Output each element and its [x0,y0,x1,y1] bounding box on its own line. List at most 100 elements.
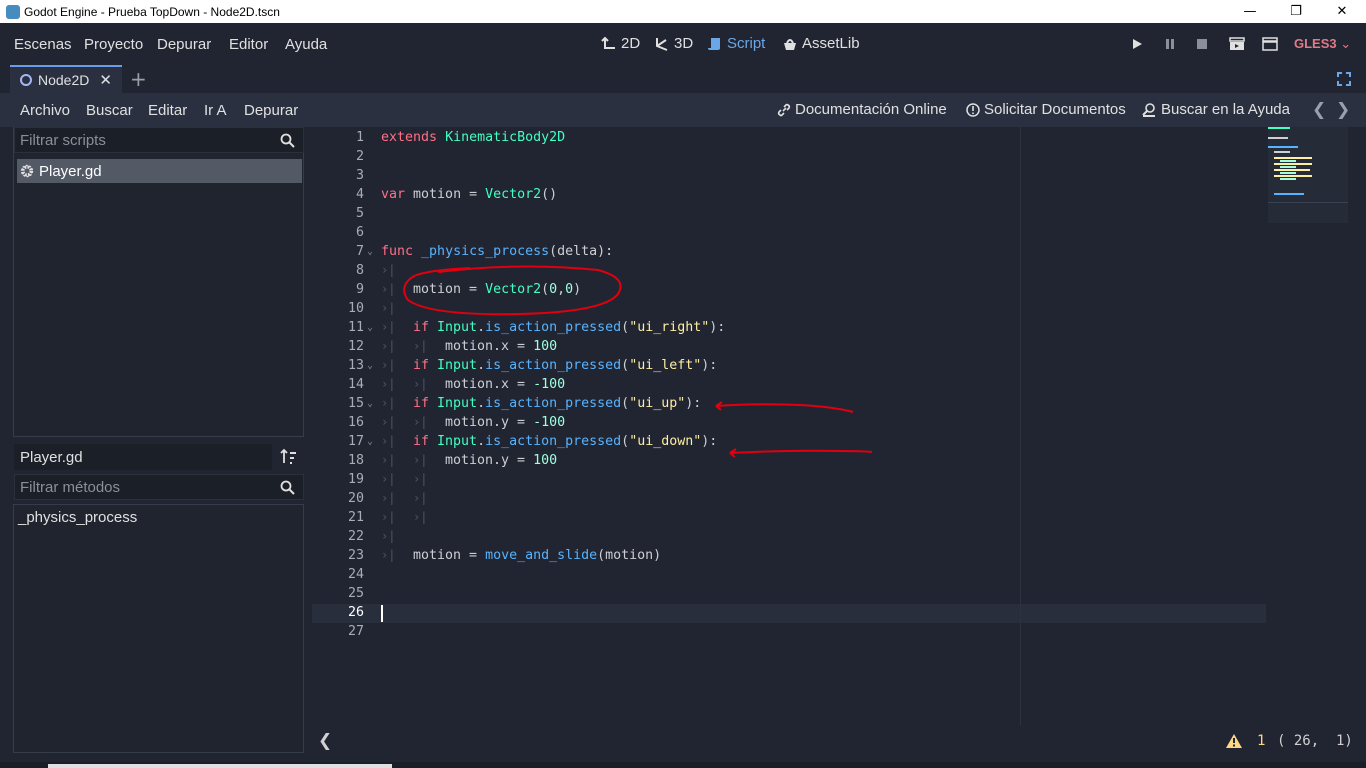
line-number[interactable]: 23 [312,546,364,565]
method-list-item[interactable]: _physics_process [18,509,137,526]
line-number[interactable]: 10 [312,299,364,318]
search-help-button[interactable]: Buscar en la Ayuda [1141,101,1290,118]
line-number[interactable]: 26 [312,603,364,622]
filter-scripts-input[interactable] [20,131,270,149]
code-line[interactable]: 12 ›| ›| motion.x = 100 [312,337,1266,356]
close-button[interactable]: ✕ [1319,0,1365,23]
maximize-button[interactable]: ❐ [1273,0,1319,23]
history-forward-button[interactable]: ❯ [1336,100,1350,120]
line-number[interactable]: 18 [312,451,364,470]
code-line[interactable]: 15 ⌄ ›| if Input.is_action_pressed("ui_up")… [312,394,1266,413]
line-number[interactable]: 20 [312,489,364,508]
workspace-3d-button[interactable]: 3D [654,35,693,52]
code-line[interactable]: 4 var motion = Vector2() [312,185,1266,204]
pause-button[interactable] [1160,36,1180,52]
line-number[interactable]: 2 [312,147,364,166]
line-number[interactable]: 15 [312,394,364,413]
menu-editor[interactable]: Editor [229,36,268,53]
line-number[interactable]: 27 [312,622,364,641]
script-menu-archivo[interactable]: Archivo [20,102,70,119]
code-line[interactable]: 1 extends KinematicBody2D [312,128,1266,147]
script-menu-ir-a[interactable]: Ir A [204,102,227,119]
script-menu-buscar[interactable]: Buscar [86,102,133,119]
online-docs-button[interactable]: Documentación Online [777,101,947,118]
code-line[interactable]: 3 [312,166,1266,185]
line-number[interactable]: 12 [312,337,364,356]
line-number[interactable]: 1 [312,128,364,147]
code-line[interactable]: 10 ›| [312,299,1266,318]
fold-arrow-icon[interactable]: ⌄ [367,356,373,375]
code-line[interactable]: 24 [312,565,1266,584]
script-menu-editar[interactable]: Editar [148,102,187,119]
code-line[interactable]: 5 [312,204,1266,223]
line-number[interactable]: 4 [312,185,364,204]
code-line[interactable]: 16 ›| ›| motion.y = -100 [312,413,1266,432]
warning-icon[interactable] [1226,734,1242,748]
play-scene-button[interactable] [1227,36,1247,52]
fold-arrow-icon[interactable]: ⌄ [367,242,373,261]
workspace-assetlib-button[interactable]: AssetLib [782,35,860,52]
code-line[interactable]: 20 ›| ›| [312,489,1266,508]
workspace-2d-button[interactable]: 2D [601,35,640,52]
stop-button[interactable] [1192,36,1212,52]
line-number[interactable]: 21 [312,508,364,527]
minimize-button[interactable]: — [1227,0,1273,23]
menu-escenas[interactable]: Escenas [14,36,72,53]
code-line[interactable]: 26 [312,603,1266,622]
fold-arrow-icon[interactable]: ⌄ [367,432,373,451]
add-scene-tab-button[interactable]: + [130,67,147,91]
line-number[interactable]: 6 [312,223,364,242]
filter-scripts-box[interactable] [14,127,304,153]
code-line[interactable]: 19 ›| ›| [312,470,1266,489]
menu-depurar[interactable]: Depurar [157,36,211,53]
code-line[interactable]: 22 ›| [312,527,1266,546]
code-line[interactable]: 8 ›| [312,261,1266,280]
scene-tab-node2d[interactable]: Node2D ✕ [10,65,122,93]
sort-icon[interactable] [280,448,298,466]
line-number[interactable]: 16 [312,413,364,432]
distraction-free-icon[interactable] [1336,71,1352,87]
line-number[interactable]: 8 [312,261,364,280]
workspace-script-button[interactable]: Script [707,35,765,52]
line-number[interactable]: 24 [312,565,364,584]
history-back-button[interactable]: ❮ [1312,100,1326,120]
line-number[interactable]: 3 [312,166,364,185]
line-number[interactable]: 17 [312,432,364,451]
code-line[interactable]: 17 ⌄ ›| if Input.is_action_pressed("ui_down… [312,432,1266,451]
request-docs-button[interactable]: Solicitar Documentos [966,101,1126,118]
line-number[interactable]: 13 [312,356,364,375]
play-button[interactable] [1127,36,1147,52]
code-line[interactable]: 13 ⌄ ›| if Input.is_action_pressed("ui_left… [312,356,1266,375]
line-number[interactable]: 25 [312,584,364,603]
fold-arrow-icon[interactable]: ⌄ [367,394,373,413]
toggle-scripts-panel-button[interactable]: ❮ [318,731,332,751]
code-line[interactable]: 25 [312,584,1266,603]
code-line[interactable]: 11 ⌄ ›| if Input.is_action_pressed("ui_righ… [312,318,1266,337]
menu-proyecto[interactable]: Proyecto [84,36,143,53]
code-minimap[interactable] [1268,127,1348,223]
menu-ayuda[interactable]: Ayuda [285,36,327,53]
code-line[interactable]: 18 ›| ›| motion.y = 100 [312,451,1266,470]
code-line[interactable]: 7 ⌄ func _physics_process(delta): [312,242,1266,261]
code-line[interactable]: 2 [312,147,1266,166]
renderer-selector[interactable]: GLES3 ⌄ [1294,36,1351,52]
code-line[interactable]: 6 [312,223,1266,242]
code-line[interactable]: 27 [312,622,1266,641]
code-line[interactable]: 23 ›| motion = move_and_slide(motion) [312,546,1266,565]
line-number[interactable]: 7 [312,242,364,261]
script-list-item-player[interactable]: Player.gd [17,159,302,183]
code-line[interactable]: 14 ›| ›| motion.x = -100 [312,375,1266,394]
warning-count[interactable]: 1 [1257,733,1265,749]
fold-arrow-icon[interactable]: ⌄ [367,318,373,337]
line-number[interactable]: 14 [312,375,364,394]
line-number[interactable]: 11 [312,318,364,337]
code-line[interactable]: 9 ›| motion = Vector2(0,0) [312,280,1266,299]
filter-methods-input[interactable] [20,478,270,496]
filter-methods-box[interactable] [14,474,304,500]
line-number[interactable]: 9 [312,280,364,299]
code-line[interactable]: 21 ›| ›| [312,508,1266,527]
line-number[interactable]: 19 [312,470,364,489]
script-menu-depurar[interactable]: Depurar [244,102,298,119]
close-tab-icon[interactable]: ✕ [99,71,112,89]
line-number[interactable]: 22 [312,527,364,546]
